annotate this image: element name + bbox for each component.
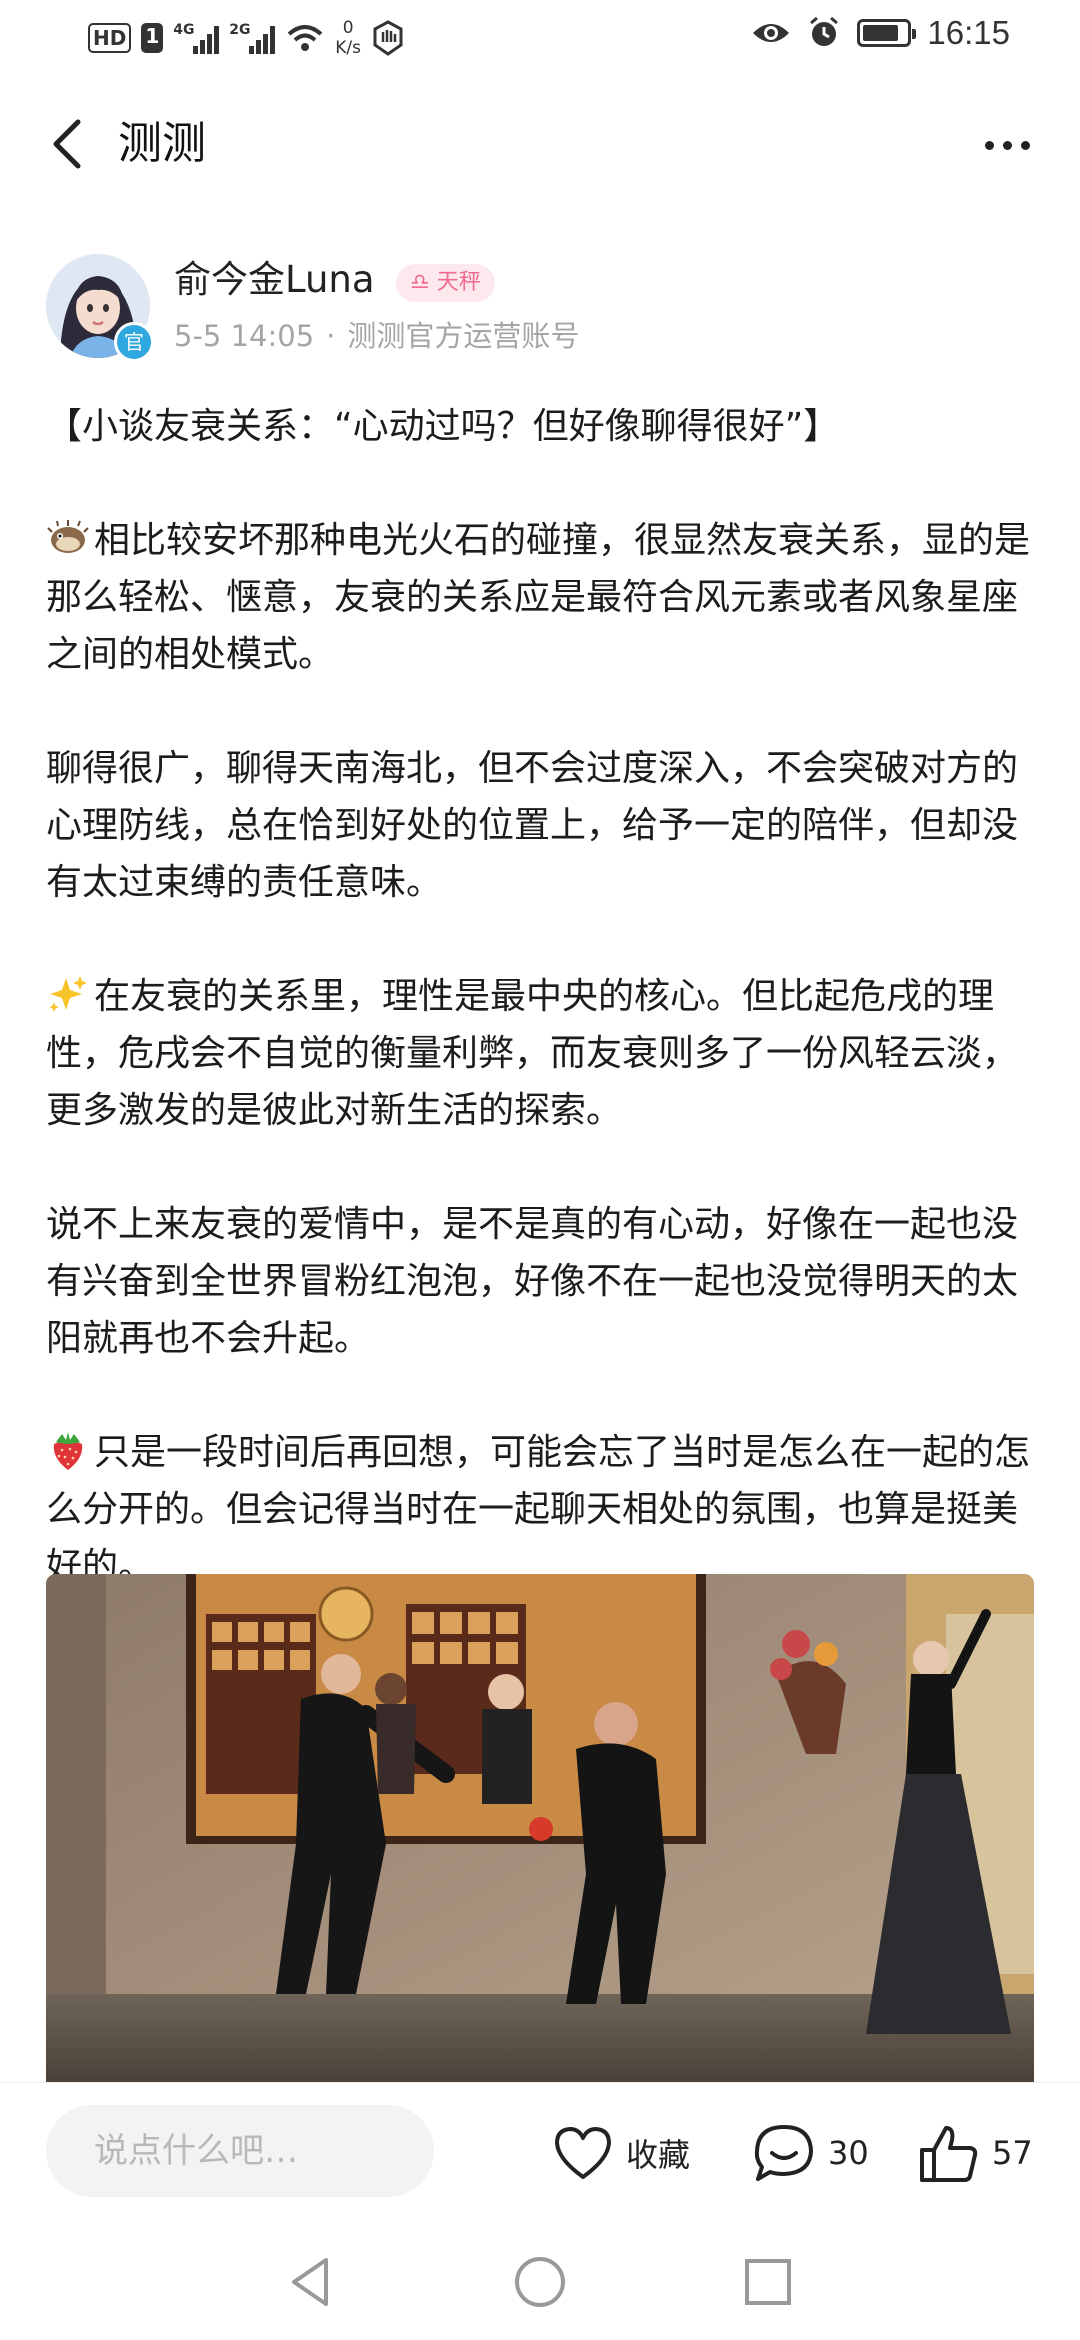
back-triangle-icon[interactable] — [280, 2252, 340, 2312]
paragraph-text: 只是一段时间后再回想，可能会忘了当时是怎么在一起的怎么分开的。但会记得当时在一起… — [46, 1432, 1031, 1587]
hd-badge: HD — [88, 23, 132, 53]
post-content: 【小谈友衰关系：“心动过吗？但好像聊得很好”】 相比较安坏那种电光火石的碰撞，很… — [46, 398, 1046, 1595]
paragraph-text: 相比较安坏那种电光火石的碰撞，很显然友衰关系，显的是那么轻松、惬意，友衰的关系应… — [46, 520, 1031, 675]
signal1-label: 4G — [173, 22, 195, 38]
home-circle-icon[interactable] — [510, 2252, 570, 2312]
verified-badge: 官 — [114, 322, 154, 362]
thumbs-up-icon — [920, 2126, 978, 2182]
paragraph-text: 【小谈友衰关系：“心动过吗？但好像聊得很好”】 — [46, 406, 840, 447]
paragraph: 聊得很广，聊得天南海北，但不会过度深入，不会突破对方的心理防线，总在恰到好处的位… — [46, 740, 1046, 911]
sim-badge: 1 — [141, 23, 164, 53]
paragraph-text: 说不上来友衰的爱情中，是不是真的有心动，好像在一起也没有兴奋到全世界冒粉红泡泡，… — [46, 1204, 1019, 1359]
recents-square-icon[interactable] — [738, 2252, 798, 2312]
paragraph-text: 在友衰的关系里，理性是最中央的核心。但比起危戌的理性，危戌会不自觉的衡量利弊，而… — [46, 976, 1019, 1131]
zodiac-badge: ♎ 天秤 — [396, 264, 495, 302]
signal-icon-1: 4G — [173, 22, 220, 54]
battery-icon — [857, 19, 917, 47]
net-speed-unit: K/s — [335, 38, 361, 58]
favorite-label: 收藏 — [626, 2136, 691, 2174]
strawberry-icon — [53, 1432, 83, 1470]
more-dot-icon — [984, 140, 994, 150]
alarm-icon — [810, 16, 839, 46]
author-role: 测测官方运营账号 — [347, 319, 580, 353]
more-dot-icon — [1020, 140, 1030, 150]
hand-icon — [373, 20, 403, 56]
paragraph: 在友衰的关系里，理性是最中央的核心。但比起危戌的理性，危戌会不自觉的衡量利弊，而… — [46, 968, 1046, 1139]
eye-icon — [753, 24, 790, 42]
status-time: 16:15 — [927, 14, 1010, 51]
paragraph: 【小谈友衰关系：“心动过吗？但好像聊得很好”】 — [46, 398, 1046, 455]
more-dot-icon — [1002, 140, 1012, 150]
comment-button[interactable]: 30 — [752, 2113, 869, 2193]
chevron-left-icon — [53, 119, 81, 169]
status-bar: HD 1 4G 2G 0 K/s 16:15 — [0, 0, 1080, 84]
system-nav-bar — [0, 2220, 1080, 2340]
net-speed: 0 K/s — [335, 18, 361, 58]
bottom-action-bar: 说点什么吧… 收藏 30 57 — [0, 2082, 1080, 2220]
author-name[interactable]: 俞今金Luna — [174, 254, 375, 306]
net-speed-value: 0 — [342, 18, 354, 38]
signal-icon-2: 2G — [229, 22, 276, 54]
meta-separator: · — [326, 319, 336, 353]
heart-icon — [555, 2127, 611, 2179]
post-image[interactable] — [46, 1574, 1034, 2082]
dance-scene-photo — [46, 1574, 1034, 2082]
status-left: HD 1 4G 2G 0 K/s — [88, 18, 405, 58]
libra-icon: ♎ — [410, 270, 430, 295]
back-button[interactable] — [44, 114, 94, 174]
post-meta: 5-5 14:05 · 测测官方运营账号 — [174, 316, 579, 356]
favorite-button[interactable]: 收藏 — [552, 2113, 690, 2193]
sparkles-icon — [49, 976, 87, 1012]
wifi-icon — [287, 25, 323, 51]
paragraph-text: 聊得很广，聊得天南海北，但不会过度深入，不会突破对方的心理防线，总在恰到好处的位… — [46, 748, 1019, 903]
comment-bubble-icon — [754, 2125, 813, 2181]
comment-count: 30 — [828, 2134, 869, 2172]
post-date: 5-5 14:05 — [174, 319, 315, 353]
pufferfish-icon — [47, 520, 89, 553]
status-right: 16:15 — [751, 14, 1010, 52]
paragraph: 相比较安坏那种电光火石的碰撞，很显然友衰关系，显的是那么轻松、惬意，友衰的关系应… — [46, 512, 1046, 683]
like-count: 57 — [992, 2134, 1033, 2172]
more-options-button[interactable] — [972, 120, 1042, 170]
page-title: 测测 — [118, 118, 206, 169]
zodiac-label: 天秤 — [436, 270, 481, 295]
like-button[interactable]: 57 — [918, 2113, 1033, 2193]
paragraph: 说不上来友衰的爱情中，是不是真的有心动，好像在一起也没有兴奋到全世界冒粉红泡泡，… — [46, 1196, 1046, 1367]
author-header: 官 俞今金Luna ♎ 天秤 5-5 14:05 · 测测官方运营账号 — [46, 254, 1046, 364]
comment-input[interactable]: 说点什么吧… — [46, 2105, 434, 2197]
top-nav: 测测 — [0, 100, 1080, 190]
paragraph: 只是一段时间后再回想，可能会忘了当时是怎么在一起的怎么分开的。但会记得当时在一起… — [46, 1424, 1046, 1595]
signal2-label: 2G — [229, 22, 251, 38]
